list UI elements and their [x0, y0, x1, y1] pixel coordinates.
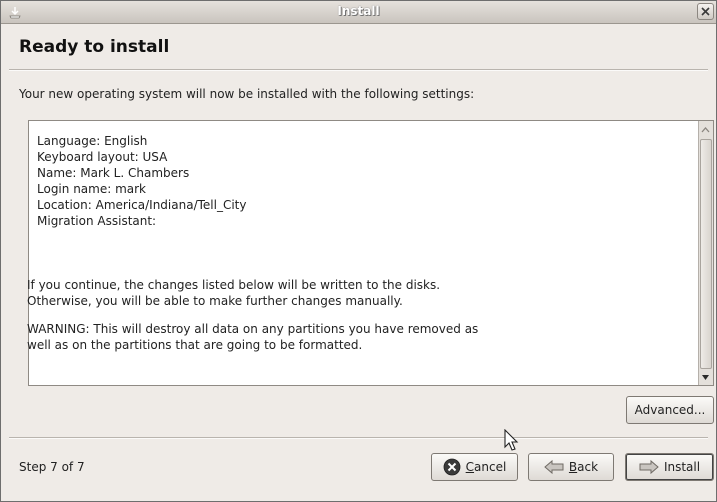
cancel-button-label: Cancel — [465, 460, 507, 474]
vertical-scrollbar[interactable] — [698, 121, 713, 385]
cancel-button[interactable]: Cancel — [431, 453, 518, 481]
scrollbar-thumb[interactable] — [700, 139, 712, 369]
warning-text: WARNING: This will destroy all data on a… — [27, 322, 479, 336]
warning-text: well as on the partitions that are going… — [27, 338, 363, 352]
intro-text: Your new operating system will now be in… — [19, 87, 475, 101]
close-icon — [701, 7, 710, 16]
header-divider — [9, 69, 708, 71]
advanced-button-label: Advanced... — [634, 403, 706, 417]
summary-line: Name: Mark L. Chambers — [37, 166, 190, 180]
continue-notice: Otherwise, you will be able to make furt… — [27, 294, 403, 308]
footer-divider — [9, 437, 708, 439]
title-bar[interactable]: Install — [1, 1, 716, 24]
summary-line: Migration Assistant: — [37, 214, 157, 228]
summary-line: Login name: mark — [37, 182, 147, 196]
scroll-down-icon[interactable] — [699, 370, 712, 384]
install-window: Install Ready to install Your new operat… — [0, 0, 717, 502]
cancel-icon — [443, 458, 461, 476]
install-button-label: Install — [663, 460, 701, 474]
summary-line: Keyboard layout: USA — [37, 150, 168, 164]
page-title: Ready to install — [19, 37, 170, 57]
scroll-up-icon[interactable] — [699, 123, 712, 137]
settings-summary[interactable]: Language: English Keyboard layout: USA N… — [27, 120, 714, 386]
back-button-label: Back — [568, 460, 599, 474]
summary-line: Language: English — [37, 134, 148, 148]
continue-notice: If you continue, the changes listed belo… — [27, 278, 441, 292]
forward-arrow-icon — [639, 459, 659, 475]
mouse-pointer-icon — [504, 429, 519, 451]
install-button[interactable]: Install — [625, 453, 714, 481]
close-button[interactable] — [697, 3, 714, 20]
summary-line: Location: America/Indiana/Tell_City — [37, 198, 247, 212]
back-button[interactable]: Back — [528, 453, 614, 481]
advanced-button[interactable]: Advanced... — [626, 396, 714, 424]
step-indicator: Step 7 of 7 — [19, 460, 85, 474]
window-title: Install — [337, 4, 380, 18]
back-arrow-icon — [544, 459, 564, 475]
summary-text: Language: English Keyboard layout: USA N… — [27, 133, 693, 353]
